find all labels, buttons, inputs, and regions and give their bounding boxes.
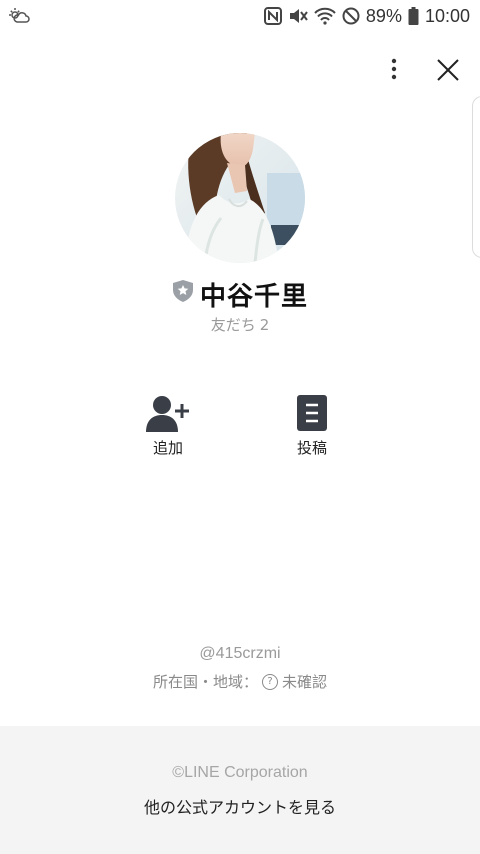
profile-name-row: 中谷千里 (0, 276, 480, 313)
country-value: 未確認 (282, 673, 328, 691)
block-icon (342, 7, 360, 25)
friends-label: 友だち (210, 316, 256, 334)
line-id: @415crzmi (199, 645, 281, 662)
friends-number: 2 (259, 316, 270, 334)
nfc-icon (263, 7, 282, 25)
country-region: 所在国・地域： ? 未確認 (0, 671, 480, 692)
posts-label: 投稿 (296, 439, 327, 457)
edge-panel-handle[interactable] (472, 96, 480, 258)
friends-count: 友だち 2 (0, 314, 480, 335)
status-bar: 89% 10:00 (0, 0, 480, 32)
battery-icon (408, 7, 419, 25)
more-vertical-icon (391, 58, 397, 80)
copyright: ©LINE Corporation (172, 764, 308, 781)
add-friend-button[interactable]: 追加 (128, 393, 208, 458)
country-label: 所在国・地域： (152, 673, 258, 691)
battery-percent: 89% (365, 5, 402, 26)
add-friend-label: 追加 (152, 439, 183, 457)
footer: ©LINE Corporation 他の公式アカウントを見る (0, 726, 480, 854)
add-user-icon (146, 396, 189, 432)
shield-star-icon (172, 279, 193, 302)
wifi-icon (314, 7, 336, 25)
avatar[interactable] (175, 133, 305, 263)
profile-photo (175, 133, 305, 263)
posts-button[interactable]: 投稿 (272, 393, 352, 458)
profile-name: 中谷千里 (199, 282, 308, 312)
other-official-accounts-link[interactable]: 他の公式アカウントを見る (0, 794, 480, 818)
question-icon[interactable]: ? (262, 673, 278, 690)
close-icon (437, 59, 459, 81)
close-button[interactable] (432, 54, 464, 86)
mute-icon (289, 9, 308, 23)
more-options-button[interactable] (380, 54, 408, 84)
clock: 10:00 (424, 5, 470, 26)
weather-cloud-icon (8, 6, 30, 26)
document-icon (297, 395, 327, 431)
